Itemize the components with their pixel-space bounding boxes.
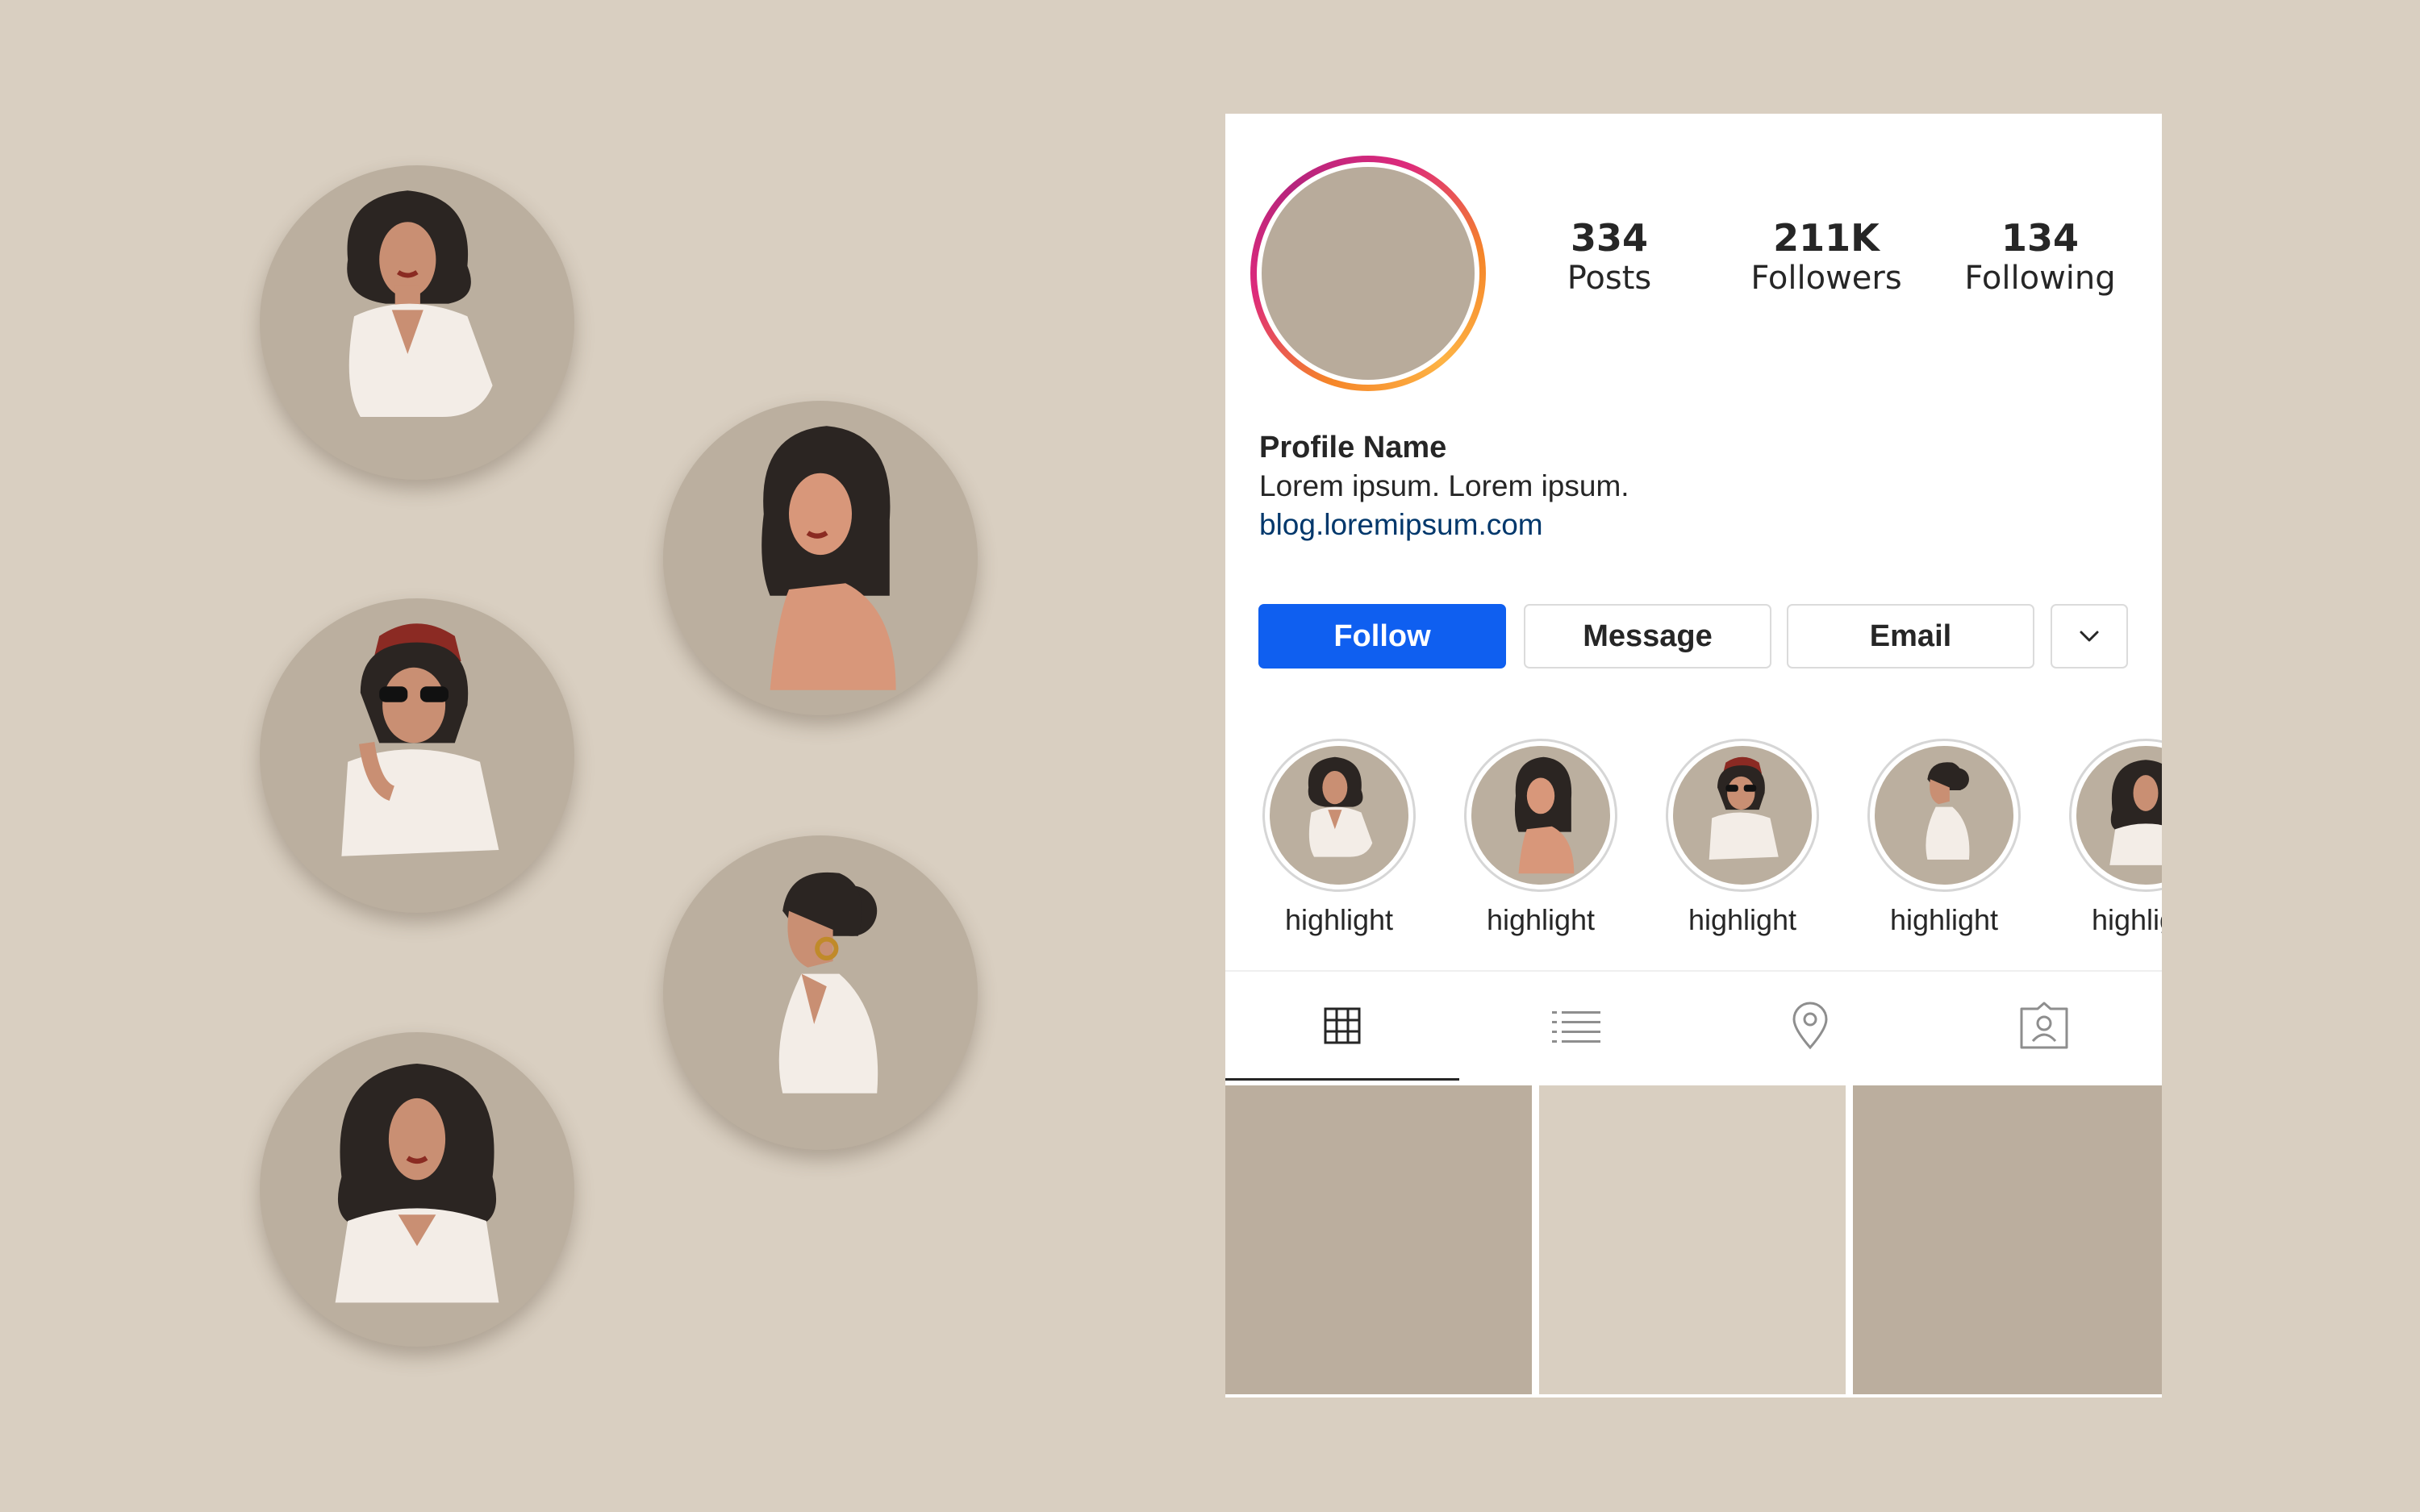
- stat-posts[interactable]: 334 Posts: [1512, 217, 1706, 298]
- woman-sunglasses-illustration: [1709, 756, 1779, 860]
- story-highlight[interactable]: highlight: [1258, 739, 1420, 937]
- decorative-avatar-2: [663, 401, 978, 715]
- woman-sunglasses-illustration: [341, 623, 499, 856]
- story-highlight[interactable]: highlight: [1460, 739, 1621, 937]
- tab-grid[interactable]: [1225, 973, 1459, 1078]
- bio-text: Lorem ipsum. Lorem ipsum.: [1259, 469, 1629, 502]
- posts-count: 334: [1570, 216, 1649, 260]
- posts-label: Posts: [1567, 260, 1652, 297]
- profile-card: 334 Posts 211K Followers 134 Following P…: [1225, 114, 2162, 1397]
- post-thumbnail[interactable]: [1853, 1085, 2162, 1394]
- tab-tagged[interactable]: [1927, 973, 2161, 1078]
- tab-location[interactable]: [1693, 973, 1927, 1078]
- post-thumbnail[interactable]: [1539, 1085, 1846, 1394]
- highlight-cover: [1262, 739, 1416, 892]
- profile-name: Profile Name: [1259, 431, 1447, 464]
- location-pin-icon: [1792, 1002, 1828, 1050]
- decorative-avatar-5: [260, 1032, 574, 1347]
- story-highlight[interactable]: highlight: [1863, 739, 2025, 937]
- bio-link[interactable]: blog.loremipsum.com: [1259, 506, 1629, 544]
- follow-button[interactable]: Follow: [1258, 604, 1506, 669]
- following-count: 134: [2001, 216, 2080, 260]
- active-tab-indicator: [1225, 1078, 1459, 1081]
- woman-bun-profile-illustration: [1926, 762, 1970, 860]
- decorative-avatar-1: [260, 165, 574, 480]
- highlight-cover: [1666, 739, 1819, 892]
- list-icon: [1552, 1011, 1600, 1043]
- highlight-label: highlight: [1889, 903, 1999, 936]
- story-highlight[interactable]: highlight: [1662, 739, 1823, 937]
- highlight-label: highlight: [2091, 903, 2162, 936]
- post-thumbnail[interactable]: [1225, 1085, 1532, 1394]
- grid-icon: [1324, 1007, 1361, 1044]
- woman-long-hair-illustration: [2109, 760, 2162, 865]
- highlight-label: highlight: [1688, 903, 1797, 936]
- woman-wavy-hair-illustration: [347, 190, 493, 417]
- story-highlight[interactable]: highlight: [2065, 739, 2162, 937]
- highlight-label: highlight: [1486, 903, 1596, 936]
- woman-long-hair-illustration: [335, 1064, 499, 1303]
- followers-label: Followers: [1750, 260, 1902, 297]
- email-button[interactable]: Email: [1787, 604, 2034, 669]
- profile-avatar-story-ring[interactable]: [1250, 156, 1486, 391]
- followers-count: 211K: [1773, 216, 1880, 260]
- woman-bob-hair-illustration: [761, 426, 896, 690]
- highlight-cover: [1464, 739, 1617, 892]
- tab-list[interactable]: [1459, 973, 1693, 1078]
- woman-bun-profile-illustration: [778, 872, 878, 1093]
- stat-following[interactable]: 134 Following: [1943, 217, 2137, 298]
- woman-bob-hair-illustration: [1514, 756, 1575, 874]
- stat-followers[interactable]: 211K Followers: [1729, 217, 1923, 298]
- highlight-label: highlight: [1284, 903, 1394, 936]
- profile-bio: Profile Name Lorem ipsum. Lorem ipsum. b…: [1259, 428, 1629, 544]
- highlight-cover: [1867, 739, 2021, 892]
- woman-wavy-hair-illustration: [1308, 756, 1373, 857]
- tabs-divider: [1225, 970, 2162, 972]
- highlight-cover: [2069, 739, 2162, 892]
- following-label: Following: [1964, 260, 2116, 297]
- more-options-button[interactable]: [2051, 604, 2128, 669]
- decorative-avatar-4: [663, 835, 978, 1150]
- profile-avatar: [1262, 167, 1475, 380]
- decorative-avatar-3: [260, 598, 574, 913]
- message-button[interactable]: Message: [1524, 604, 1771, 669]
- chevron-down-icon: [2080, 631, 2099, 642]
- tagged-person-icon: [2020, 1002, 2068, 1049]
